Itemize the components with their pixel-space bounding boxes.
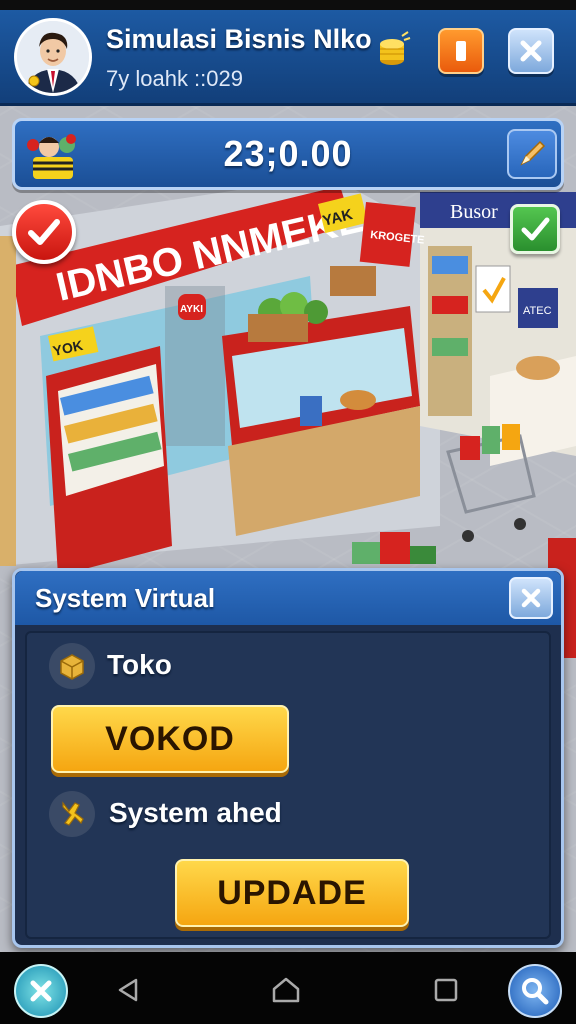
search-button[interactable] — [508, 964, 562, 1018]
back-button[interactable] — [112, 974, 144, 1006]
home-button[interactable] — [270, 974, 302, 1006]
home-icon — [272, 977, 300, 1003]
crate-icon — [49, 643, 95, 689]
check-icon — [521, 217, 550, 241]
recent-apps-icon — [434, 978, 458, 1002]
close-round-icon — [30, 980, 52, 1002]
side-sign: Busor — [450, 201, 498, 223]
game-title: Simulasi Bisnis Nlko — [106, 24, 372, 54]
status-bar — [0, 0, 576, 10]
vokod-button[interactable]: VOKOD — [51, 705, 289, 773]
search-icon — [522, 978, 549, 1005]
close-icon — [520, 40, 542, 62]
close-icon — [521, 588, 541, 608]
poster-text: ATEC — [523, 305, 552, 317]
window-tag: AYKI — [180, 304, 203, 315]
system-dialog: System Virtual Toko VOKOD System ahed UP… — [12, 568, 564, 948]
dialog-close-button[interactable] — [509, 577, 553, 619]
edit-button[interactable] — [507, 129, 557, 179]
toko-label: Toko — [107, 649, 172, 680]
recent-apps-button[interactable] — [430, 974, 462, 1006]
update-button[interactable]: UPDADE — [175, 859, 409, 927]
navigation-bar — [0, 952, 576, 1024]
system-ahed-label: System ahed — [109, 797, 282, 828]
businessman-avatar-icon[interactable] — [14, 18, 92, 96]
green-check-badge[interactable] — [510, 204, 560, 254]
coin-stack-icon — [372, 30, 412, 70]
dialog-header: System Virtual — [15, 571, 561, 625]
dialog-body: Toko VOKOD System ahed UPDADE — [25, 631, 551, 939]
pause-button[interactable] — [438, 28, 484, 74]
close-round-button[interactable] — [14, 964, 68, 1018]
pause-icon — [456, 41, 466, 61]
dialog-title: System Virtual — [35, 583, 216, 613]
check-icon — [28, 219, 60, 245]
wrench-icon — [49, 791, 95, 837]
game-subtitle: 7y loahk ::029 — [106, 66, 243, 91]
pencil-icon — [520, 140, 546, 166]
red-check-badge[interactable] — [12, 200, 76, 264]
game-header: Simulasi Bisnis Nlko 7y loahk ::029 — [0, 10, 576, 106]
back-icon — [118, 978, 138, 1002]
money-bar: 23;0.00 — [12, 118, 564, 190]
header-close-button[interactable] — [508, 28, 554, 74]
money-value: 23;0.00 — [223, 133, 353, 174]
